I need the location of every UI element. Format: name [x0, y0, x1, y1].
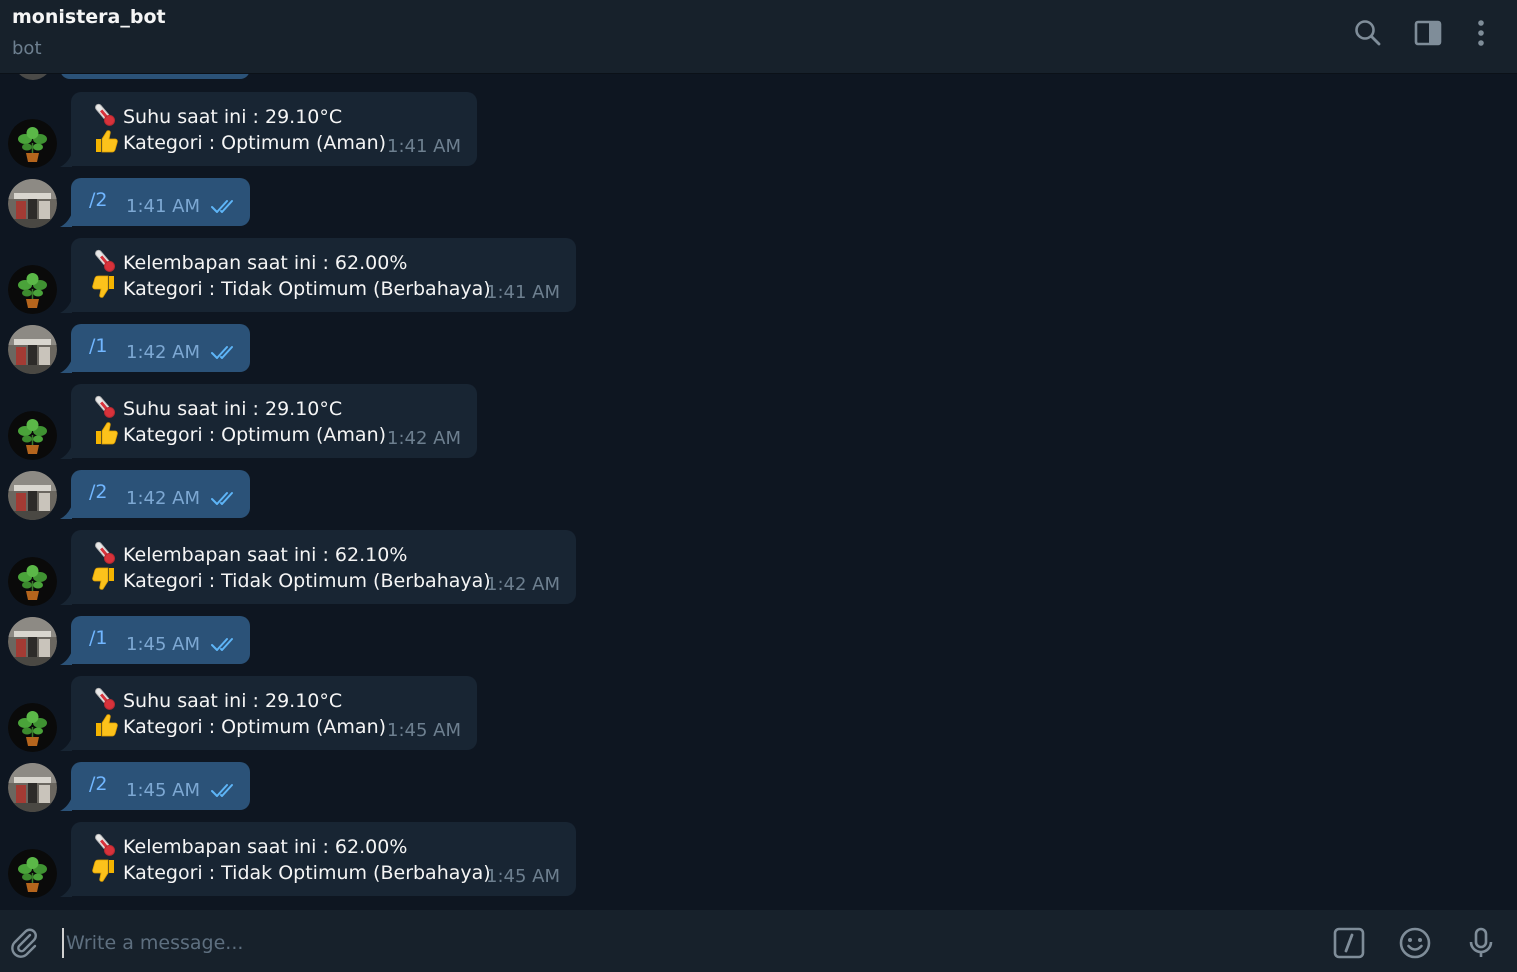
category-text: Kategori : Optimum (Aman) — [123, 132, 387, 154]
category-text: Kategori : Optimum (Aman) — [123, 424, 387, 446]
partial-avatar — [14, 74, 52, 80]
thumbs-up-emoji — [91, 712, 119, 743]
message-time: 1:41 AM — [387, 136, 461, 157]
bot-command-link[interactable]: /1 — [89, 627, 108, 649]
partial-message — [60, 74, 250, 79]
category-text: Kategori : Tidak Optimum (Berbahaya) — [123, 570, 491, 592]
user-avatar[interactable] — [8, 617, 57, 666]
bot-avatar[interactable] — [8, 411, 57, 460]
category-text: Kategori : Tidak Optimum (Berbahaya) — [123, 278, 491, 300]
message-bubble[interactable]: Kelembapan saat ini : 62.10% Kategori : T… — [71, 530, 576, 604]
user-avatar[interactable] — [8, 325, 57, 374]
category-text: Kategori : Optimum (Aman) — [123, 716, 387, 738]
message-bubble[interactable]: /2 1:42 AM — [71, 470, 250, 518]
message-input[interactable] — [62, 928, 1268, 958]
message-composer — [0, 910, 1517, 972]
bot-avatar[interactable] — [8, 265, 57, 314]
bot-avatar[interactable] — [8, 119, 57, 168]
thumbs-down-emoji — [91, 858, 119, 889]
message-bubble[interactable]: /2 1:41 AM — [71, 178, 250, 226]
search-icon[interactable] — [1351, 16, 1385, 50]
read-receipt-icon — [211, 491, 239, 507]
message-line: Kategori : Optimum (Aman) — [91, 712, 386, 743]
thumbs-down-emoji — [91, 566, 119, 597]
user-avatar[interactable] — [8, 471, 57, 520]
bot-command-link[interactable]: /2 — [89, 773, 108, 795]
reading-text: Suhu saat ini : 29.10°C — [123, 398, 343, 420]
message-time: 1:42 AM — [486, 574, 560, 595]
message-time: 1:45 AM — [486, 866, 560, 887]
bot-command-link[interactable]: /1 — [89, 335, 108, 357]
reading-text: Kelembapan saat ini : 62.10% — [123, 544, 408, 566]
message-line: Kategori : Tidak Optimum (Berbahaya) — [91, 566, 491, 597]
message-list[interactable]: Suhu saat ini : 29.10°C Kategori : Optimu… — [0, 74, 1517, 910]
chat-header: monistera_bot bot — [0, 0, 1517, 74]
reading-text: Suhu saat ini : 29.10°C — [123, 690, 343, 712]
chat-status: bot — [12, 38, 42, 59]
message-bubble[interactable]: Kelembapan saat ini : 62.00% Kategori : T… — [71, 238, 576, 312]
read-receipt-icon — [211, 637, 239, 653]
message-line: Kategori : Tidak Optimum (Berbahaya) — [91, 274, 491, 305]
paperclip-icon[interactable] — [8, 926, 40, 958]
message-line: Kategori : Optimum (Aman) — [91, 128, 386, 159]
bot-avatar[interactable] — [8, 849, 57, 898]
user-avatar[interactable] — [8, 179, 57, 228]
message-time: 1:45 AM — [387, 720, 461, 741]
user-avatar[interactable] — [8, 763, 57, 812]
message-bubble[interactable]: Suhu saat ini : 29.10°C Kategori : Optimu… — [71, 676, 477, 750]
category-text: Kategori : Tidak Optimum (Berbahaya) — [123, 862, 491, 884]
message-time: 1:45 AM — [126, 634, 200, 655]
more-vertical-icon[interactable] — [1464, 16, 1498, 50]
reading-text: Kelembapan saat ini : 62.00% — [123, 836, 408, 858]
sidebar-toggle-icon[interactable] — [1411, 16, 1445, 50]
message-bubble[interactable]: Kelembapan saat ini : 62.00% Kategori : T… — [71, 822, 576, 896]
message-bubble[interactable]: /1 1:45 AM — [71, 616, 250, 664]
message-bubble[interactable]: /1 1:42 AM — [71, 324, 250, 372]
read-receipt-icon — [211, 783, 239, 799]
chat-title[interactable]: monistera_bot — [12, 6, 166, 28]
bot-commands-icon[interactable] — [1332, 926, 1366, 960]
message-line: Kategori : Tidak Optimum (Berbahaya) — [91, 858, 491, 889]
message-bubble[interactable]: Suhu saat ini : 29.10°C Kategori : Optimu… — [71, 384, 477, 458]
emoji-icon[interactable] — [1398, 926, 1432, 960]
message-line: Kategori : Optimum (Aman) — [91, 420, 386, 451]
message-time: 1:42 AM — [126, 342, 200, 363]
read-receipt-icon — [211, 199, 239, 215]
bot-avatar[interactable] — [8, 703, 57, 752]
message-bubble[interactable]: /2 1:45 AM — [71, 762, 250, 810]
message-time: 1:41 AM — [486, 282, 560, 303]
reading-text: Kelembapan saat ini : 62.00% — [123, 252, 408, 274]
message-time: 1:42 AM — [387, 428, 461, 449]
thumbs-down-emoji — [91, 274, 119, 305]
message-bubble[interactable]: Suhu saat ini : 29.10°C Kategori : Optimu… — [71, 92, 477, 166]
reading-text: Suhu saat ini : 29.10°C — [123, 106, 343, 128]
bot-command-link[interactable]: /2 — [89, 481, 108, 503]
thumbs-up-emoji — [91, 420, 119, 451]
read-receipt-icon — [211, 345, 239, 361]
bot-avatar[interactable] — [8, 557, 57, 606]
thumbs-up-emoji — [91, 128, 119, 159]
message-time: 1:45 AM — [126, 780, 200, 801]
microphone-icon[interactable] — [1464, 926, 1498, 960]
message-time: 1:42 AM — [126, 488, 200, 509]
message-time: 1:41 AM — [126, 196, 200, 217]
bot-command-link[interactable]: /2 — [89, 189, 108, 211]
